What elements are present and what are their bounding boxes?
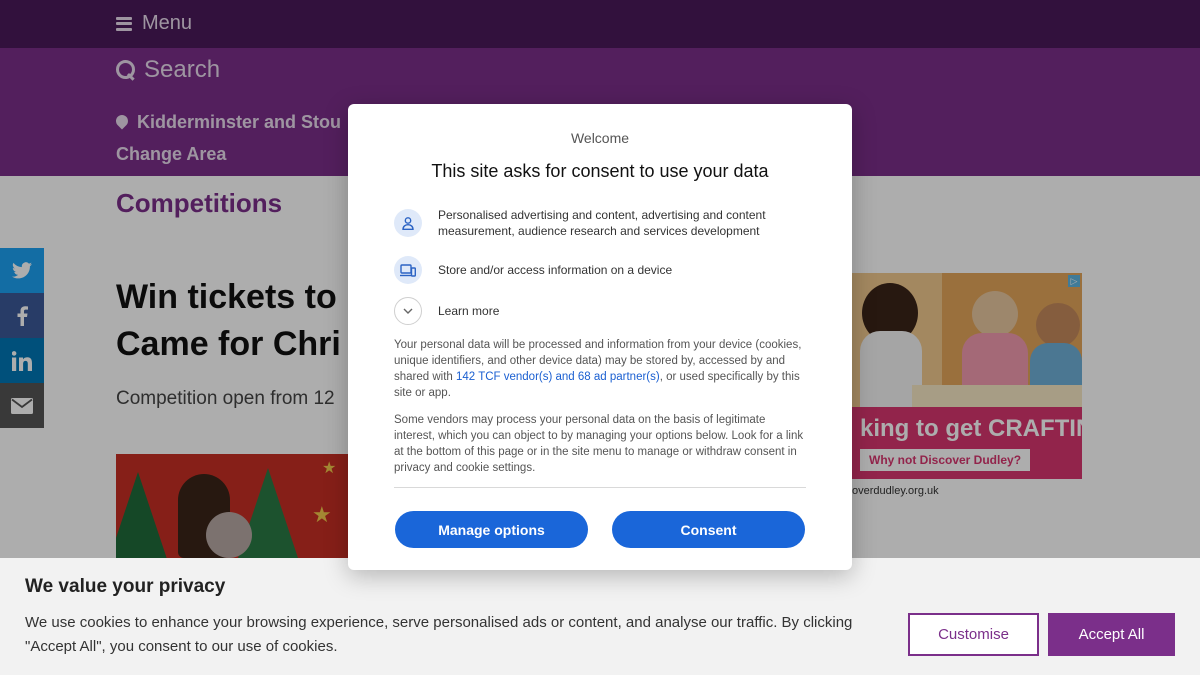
privacy-text: We use cookies to enhance your browsing … <box>25 614 853 655</box>
device-icon <box>394 256 422 284</box>
manage-options-button[interactable]: Manage options <box>395 511 588 548</box>
purpose-text: Store and/or access information on a dev… <box>438 263 673 277</box>
consent-dialog: Welcome This site asks for consent to us… <box>348 104 852 570</box>
vendors-link[interactable]: 142 TCF vendor(s) and 68 ad partner(s) <box>456 371 660 383</box>
legitimate-interest-paragraph: Some vendors may process your personal d… <box>394 414 804 474</box>
chevron-down-icon[interactable] <box>394 297 422 325</box>
customise-button[interactable]: Customise <box>908 613 1039 656</box>
accept-all-button[interactable]: Accept All <box>1048 613 1175 656</box>
purpose-item: Personalised advertising and content, ad… <box>394 207 818 239</box>
person-icon <box>394 209 422 237</box>
consent-heading: This site asks for consent to use your d… <box>431 161 769 181</box>
privacy-banner: We value your privacy We use cookies to … <box>0 558 1200 675</box>
purpose-text: Personalised advertising and content, ad… <box>438 208 766 238</box>
learn-more-label[interactable]: Learn more <box>438 304 499 318</box>
purpose-item: Store and/or access information on a dev… <box>394 256 818 284</box>
welcome-label: Welcome <box>570 130 630 146</box>
divider <box>394 487 806 488</box>
privacy-title: We value your privacy <box>25 576 226 597</box>
learn-more-row[interactable]: Learn more <box>394 297 499 325</box>
data-processing-paragraph: Your personal data will be processed and… <box>394 337 806 401</box>
consent-button[interactable]: Consent <box>612 511 805 548</box>
